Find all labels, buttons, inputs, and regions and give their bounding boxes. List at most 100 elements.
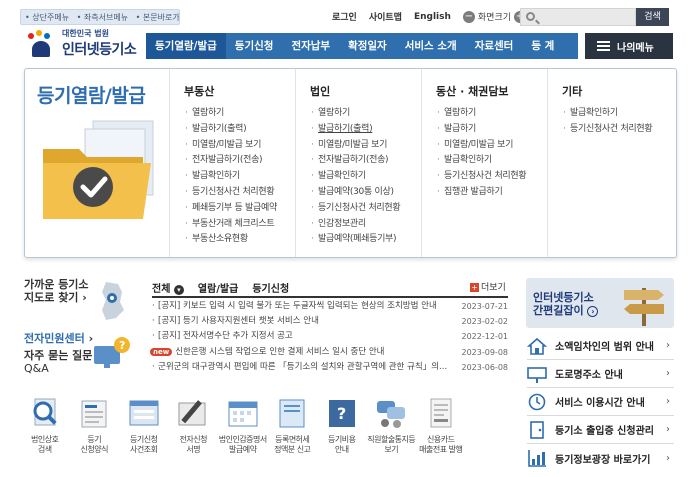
my-menu-button[interactable]: 나의메뉴: [585, 33, 673, 59]
menu-item[interactable]: 폐쇄등기부 등 발급예약: [184, 201, 295, 217]
quick-links: 가까운 등기소 지도로 찾기 › 전자민원센터 › 자주 묻는 질문 Q&A ?: [24, 278, 134, 388]
menu-item[interactable]: 발급예약(30통 이상): [310, 185, 421, 201]
easy-guide-banner[interactable]: 인터넷등기소 간편길잡이 ›: [526, 278, 674, 328]
service-seal-reservation[interactable]: 법인인감증명서 발급예약: [218, 397, 268, 455]
shortcut-item[interactable]: 등기소 출입증 신청관리 ›: [527, 416, 674, 444]
menu-item[interactable]: 인감정보관리: [310, 217, 421, 233]
service-icon-row: 법인상호 검색 등기 신청양식 등기신청 사건조회 전자신청 서명 법인인감증명서 발급예…: [20, 397, 510, 455]
clock-icon: [528, 393, 546, 410]
logo-title: 인터넷등기소: [62, 42, 137, 58]
nav-item-e-payment[interactable]: 전자납부: [282, 33, 339, 59]
list-item[interactable]: new신한은행 시스템 작업으로 인한 결제 서비스 일시 중단 안내2023-…: [150, 345, 508, 360]
guide-title-2: 간편길잡이: [533, 304, 584, 317]
menu-item[interactable]: 전자발급하기(전송): [310, 153, 421, 169]
menu-item[interactable]: 집행관 발급하기: [436, 185, 547, 201]
menu-item[interactable]: 열람하기: [184, 106, 295, 122]
nav-item-stats[interactable]: 등 계: [522, 33, 563, 59]
nav-item-data-center[interactable]: 자료센터: [466, 33, 523, 59]
list-item[interactable]: [공지] 전자서명수단 추가 지정서 공고2022-12-01: [150, 329, 508, 344]
mega-menu-panel: 등기열람/발급 부동산 열람하기 발급하기(출력) 미열람/미발급 보기 전자발…: [24, 68, 677, 258]
menu-item[interactable]: 등기신청사건 처리현황: [184, 185, 295, 201]
shortcut-item[interactable]: 서비스 이용시간 안내 ›: [527, 388, 674, 416]
menu-item[interactable]: 부동산거래 체크리스트: [184, 217, 295, 233]
mega-col-etc: 기타 발급확인하기 등기신청사건 처리현황: [547, 69, 676, 257]
service-form[interactable]: 등기 신청양식: [70, 397, 120, 455]
menu-item[interactable]: 발급확인하기: [436, 153, 547, 169]
service-corp-name-search[interactable]: 법인상호 검색: [20, 397, 70, 455]
shortcut-item[interactable]: 등기정보광장 바로가기 ›: [527, 444, 674, 472]
service-e-signature[interactable]: 전자신청 서명: [169, 397, 219, 455]
chart-icon: [528, 450, 546, 467]
menu-item[interactable]: 발급예약(폐쇄등기부): [310, 232, 421, 248]
plus-icon: +: [470, 283, 479, 292]
menu-item[interactable]: 미열람/미발급 보기: [184, 138, 295, 154]
case-search-icon: [129, 400, 159, 426]
chevron-right-icon: ›: [666, 368, 670, 379]
menu-item[interactable]: 부동산소유현황: [184, 232, 295, 248]
map-finder-link[interactable]: 가까운 등기소 지도로 찾기 ›: [24, 278, 134, 326]
skip-links: • 상단주메뉴 • 좌측서브메뉴 • 본문바로가기: [20, 9, 180, 25]
site-logo[interactable]: 대한민국 법원 인터넷등기소: [24, 28, 137, 59]
menu-item[interactable]: 등기신청사건 처리현황: [562, 122, 676, 138]
skip-link-content[interactable]: • 본문바로가기: [136, 13, 179, 22]
shortcut-item[interactable]: 소액임차인의 범위 안내 ›: [527, 332, 674, 360]
mega-col-corporation: 법인 열람하기 발급하기(출력) 미열람/미발급 보기 전자발급하기(전송) 발…: [295, 69, 421, 257]
chevron-right-circle-icon: ›: [587, 306, 599, 317]
chevron-right-icon: ›: [666, 340, 670, 351]
hamburger-icon: [597, 41, 610, 51]
menu-item[interactable]: 등기신청사건 처리현황: [310, 201, 421, 217]
list-item[interactable]: [공지] 등기 사용자지원센터 챗봇 서비스 안내2023-02-02: [150, 314, 508, 329]
col-heading: 동산 · 채권담보: [436, 85, 509, 98]
main-nav: 등기열람/발급 등기신청 전자납부 확정일자 서비스 소개 자료센터 등 계: [146, 33, 578, 59]
menu-item[interactable]: 발급하기(출력): [310, 122, 421, 138]
monitor-question-icon: ?: [94, 337, 130, 368]
tab-all[interactable]: 전체 ▾: [152, 280, 184, 295]
list-item[interactable]: 군위군의 대구광역시 편입에 따른 「등기소의 설치와 관할구역에 관한 규칙」…: [150, 360, 508, 375]
menu-item[interactable]: 미열람/미발급 보기: [436, 138, 547, 154]
more-link[interactable]: + 더보기: [470, 280, 506, 293]
folder-check-icon: [43, 120, 154, 219]
login-link[interactable]: 로그인: [332, 10, 357, 23]
mega-menu-title: 등기열람/발급: [37, 85, 146, 107]
menu-item[interactable]: 등기신청사건 처리현황: [436, 169, 547, 185]
service-case-lookup[interactable]: 등기신청 사건조회: [119, 397, 169, 455]
nav-item-view-issue[interactable]: 등기열람/발급: [146, 33, 226, 59]
service-cost-guide[interactable]: ? 등기비용 안내: [317, 397, 367, 455]
menu-item[interactable]: 발급하기: [436, 122, 547, 138]
tab-view-issue[interactable]: 열람/발급: [198, 280, 238, 295]
service-license-tax[interactable]: 등록면허세 정액분 신고: [268, 397, 318, 455]
search-input[interactable]: [520, 8, 636, 26]
skip-link-main-menu[interactable]: • 상단주메뉴: [25, 13, 69, 22]
menu-item[interactable]: 열람하기: [436, 106, 547, 122]
english-link[interactable]: English: [414, 12, 451, 22]
e-civil-center-link[interactable]: 전자민원센터 › 자주 묻는 질문 Q&A ?: [24, 332, 134, 388]
service-card-receipt[interactable]: 신용카드 매출전표 발행: [416, 397, 466, 455]
menu-item[interactable]: 발급확인하기: [562, 106, 676, 122]
calendar-icon: [228, 401, 258, 427]
list-item[interactable]: [공지] 키보드 입력 시 입력 불가 또는 두글자씩 입력되는 현상의 조치방…: [150, 299, 508, 314]
service-staff-notice[interactable]: 직원할술통지등 보기: [367, 397, 417, 455]
question-book-icon: ?: [328, 400, 355, 427]
people-talk-icon: [377, 401, 406, 428]
notice-list: [공지] 키보드 입력 시 입력 불가 또는 두글자씩 입력되는 현상의 조치방…: [150, 299, 508, 375]
shortcut-item[interactable]: 도로명주소 안내 ›: [527, 360, 674, 388]
menu-item[interactable]: 발급확인하기: [184, 169, 295, 185]
menu-item[interactable]: 미열람/미발급 보기: [310, 138, 421, 154]
logo-subtitle: 대한민국 법원: [62, 29, 109, 38]
tab-apply[interactable]: 등기신청: [252, 280, 289, 295]
menu-item[interactable]: 열람하기: [310, 106, 421, 122]
nav-item-apply[interactable]: 등기신청: [226, 33, 283, 59]
receipt-icon: [430, 398, 452, 428]
search-button[interactable]: 검색: [636, 8, 669, 26]
menu-item[interactable]: 발급하기(출력): [184, 122, 295, 138]
menu-item[interactable]: 전자발급하기(전송): [184, 153, 295, 169]
sitemap-link[interactable]: 사이트맵: [369, 10, 402, 23]
menu-item[interactable]: 발급확인하기: [310, 169, 421, 185]
house-icon: [527, 337, 547, 355]
zoom-out-icon[interactable]: −: [462, 10, 475, 23]
nav-item-service-intro[interactable]: 서비스 소개: [396, 33, 466, 59]
nav-item-fixed-date[interactable]: 확정일자: [339, 33, 396, 59]
skip-link-sub-menu[interactable]: • 좌측서브메뉴: [77, 13, 128, 22]
signpost-icon: [624, 288, 664, 326]
court-emblem-icon: [24, 29, 58, 59]
